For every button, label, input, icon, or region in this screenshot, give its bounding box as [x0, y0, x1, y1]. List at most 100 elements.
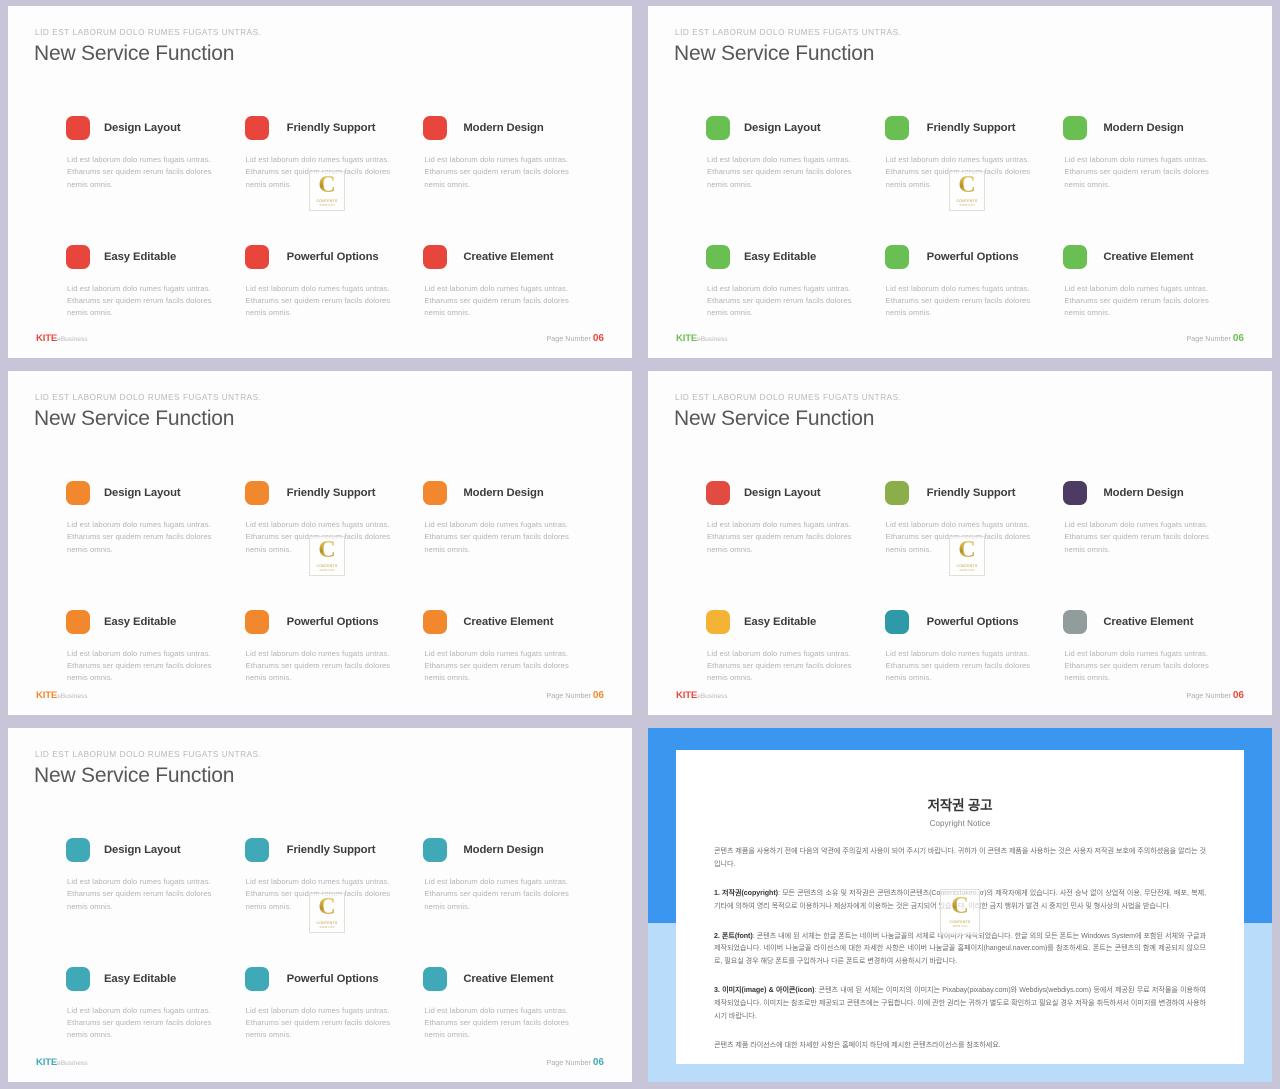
feature-item[interactable]: Design Layout Lid est laborum dolo rumes…: [706, 479, 875, 556]
feature-item[interactable]: Powerful Options Lid est laborum dolo ru…: [244, 243, 414, 320]
feature-item[interactable]: Modern Design Lid est laborum dolo rumes…: [423, 836, 592, 913]
feature-body: Lid est laborum dolo rumes fugats untras…: [424, 877, 569, 911]
feature-grid: Design Layout Lid est laborum dolo rumes…: [66, 836, 592, 1042]
slide-eyebrow: LID EST LABORUM DOLO RUMES FUGATS UNTRAS…: [675, 28, 902, 37]
square-chip-icon: [66, 966, 90, 991]
feature-item[interactable]: Creative Element Lid est laborum dolo ru…: [1063, 608, 1232, 685]
feature-head: Design Layout: [706, 114, 875, 142]
slide-eyebrow: LID EST LABORUM DOLO RUMES FUGATS UNTRAS…: [35, 750, 262, 759]
feature-title: Easy Editable: [104, 615, 177, 628]
feature-title: Easy Editable: [744, 615, 817, 628]
feature-body: Lid est laborum dolo rumes fugats untras…: [67, 155, 212, 189]
clause-1-label: 1. 저작권(copyright): [714, 889, 778, 898]
feature-grid: Design Layout Lid est laborum dolo rumes…: [706, 479, 1232, 685]
feature-body: Lid est laborum dolo rumes fugats untras…: [885, 155, 1031, 189]
feature-item[interactable]: Creative Element Lid est laborum dolo ru…: [423, 608, 592, 685]
copyright-clause-3: 3. 이미지(image) & 아이콘(icon): 콘텐츠 내에 된 서체는 …: [714, 984, 1206, 1022]
feature-title: Design Layout: [104, 844, 181, 856]
page-label: Page Number: [546, 334, 591, 343]
slide-teal[interactable]: LID EST LABORUM DOLO RUMES FUGATS UNTRAS…: [0, 722, 640, 1089]
feature-item[interactable]: Powerful Options Lid est laborum dolo ru…: [244, 608, 414, 685]
slide-canvas: LID EST LABORUM DOLO RUMES FUGATS UNTRAS…: [8, 6, 632, 358]
feature-item[interactable]: Easy Editable Lid est laborum dolo rumes…: [66, 243, 235, 320]
feature-body: Lid est laborum dolo rumes fugats untras…: [707, 155, 852, 189]
brand-name: KITE: [36, 1057, 58, 1068]
feature-item[interactable]: Design Layout Lid est laborum dolo rumes…: [66, 836, 235, 913]
feature-item[interactable]: Easy Editable Lid est laborum dolo rumes…: [66, 965, 235, 1042]
feature-title: Design Layout: [744, 122, 821, 134]
feature-head: Friendly Support: [884, 479, 1054, 507]
feature-item[interactable]: Friendly Support Lid est laborum dolo ru…: [244, 836, 414, 913]
feature-item[interactable]: Friendly Support Lid est laborum dolo ru…: [244, 479, 414, 556]
feature-item[interactable]: Friendly Support Lid est laborum dolo ru…: [244, 114, 414, 191]
feature-item[interactable]: Design Layout Lid est laborum dolo rumes…: [66, 114, 235, 191]
feature-item[interactable]: Creative Element Lid est laborum dolo ru…: [423, 965, 592, 1042]
footer-brand: KITEeBusiness: [676, 333, 728, 344]
feature-item[interactable]: Modern Design Lid est laborum dolo rumes…: [423, 479, 592, 556]
square-chip-icon: [1063, 481, 1088, 505]
feature-item[interactable]: Creative Element Lid est laborum dolo ru…: [1063, 243, 1232, 320]
slide-eyebrow: LID EST LABORUM DOLO RUMES FUGATS UNTRAS…: [35, 393, 262, 402]
page-title: New Service Function: [674, 42, 875, 65]
feature-head: Creative Element: [1063, 608, 1232, 636]
copyright-outro: 콘텐츠 제품 라이선스에 대한 자세한 사항은 홈페이지 하단에 제시한 콘텐츠…: [714, 1041, 1001, 1050]
brand-sub: eBusiness: [57, 1060, 88, 1067]
feature-item[interactable]: Friendly Support Lid est laborum dolo ru…: [884, 479, 1054, 556]
feature-item[interactable]: Modern Design Lid est laborum dolo rumes…: [1063, 114, 1232, 191]
slide-multicolor[interactable]: LID EST LABORUM DOLO RUMES FUGATS UNTRAS…: [640, 365, 1280, 722]
square-chip-icon: [423, 609, 448, 634]
feature-head: Friendly Support: [884, 114, 1054, 142]
copyright-intro: 콘텐츠 제품을 사용하기 전에 다음의 약관에 주의깊게 사용이 되어 주시기 …: [714, 847, 1206, 868]
square-chip-icon: [706, 609, 730, 634]
feature-title: Modern Design: [1103, 487, 1184, 499]
footer-page-number: Page Number 06: [1187, 333, 1244, 344]
feature-item[interactable]: Modern Design Lid est laborum dolo rumes…: [423, 114, 592, 191]
square-chip-icon: [244, 116, 269, 140]
feature-body: Lid est laborum dolo rumes fugats untras…: [424, 283, 569, 318]
slide-green[interactable]: LID EST LABORUM DOLO RUMES FUGATS UNTRAS…: [640, 0, 1280, 365]
feature-title: Creative Element: [463, 615, 554, 628]
feature-title: Creative Element: [463, 250, 554, 263]
feature-title: Creative Element: [1103, 615, 1194, 628]
feature-item[interactable]: Easy Editable Lid est laborum dolo rumes…: [706, 608, 875, 685]
slide-eyebrow: LID EST LABORUM DOLO RUMES FUGATS UNTRAS…: [35, 28, 262, 37]
feature-title: Friendly Support: [926, 487, 1016, 499]
brand-name: KITE: [676, 690, 698, 701]
feature-title: Powerful Options: [286, 615, 379, 628]
feature-title: Modern Design: [463, 122, 544, 134]
square-chip-icon: [244, 244, 269, 269]
page-title: New Service Function: [34, 42, 235, 65]
brand-name: KITE: [36, 333, 58, 344]
feature-item[interactable]: Friendly Support Lid est laborum dolo ru…: [884, 114, 1054, 191]
feature-title: Modern Design: [463, 487, 544, 499]
slide-copyright-notice[interactable]: 저작권 공고 Copyright Notice 콘텐츠 제품을 사용하기 전에 …: [640, 722, 1280, 1089]
brand-name: KITE: [676, 333, 698, 344]
feature-item[interactable]: Powerful Options Lid est laborum dolo ru…: [884, 608, 1054, 685]
page-label: Page Number: [1186, 334, 1231, 343]
feature-item[interactable]: Powerful Options Lid est laborum dolo ru…: [884, 243, 1054, 320]
feature-head: Design Layout: [66, 836, 235, 864]
feature-body: Lid est laborum dolo rumes fugats untras…: [67, 1005, 212, 1040]
square-chip-icon: [884, 116, 909, 140]
feature-item[interactable]: Creative Element Lid est laborum dolo ru…: [423, 243, 592, 320]
feature-body: Lid est laborum dolo rumes fugats untras…: [424, 155, 569, 189]
feature-body: Lid est laborum dolo rumes fugats untras…: [245, 520, 391, 554]
feature-head: Easy Editable: [706, 243, 875, 271]
feature-head: Creative Element: [423, 608, 592, 636]
feature-head: Powerful Options: [244, 608, 414, 636]
slide-red[interactable]: LID EST LABORUM DOLO RUMES FUGATS UNTRAS…: [0, 0, 640, 365]
feature-title: Creative Element: [1103, 250, 1194, 263]
feature-item[interactable]: Easy Editable Lid est laborum dolo rumes…: [66, 608, 235, 685]
clause-2-label: 2. 폰트(font): [714, 931, 753, 940]
clause-3-label: 3. 이미지(image) & 아이콘(icon): [714, 986, 815, 995]
footer-page-number: Page Number 06: [547, 333, 604, 344]
feature-grid: Design Layout Lid est laborum dolo rumes…: [706, 114, 1232, 320]
feature-item[interactable]: Easy Editable Lid est laborum dolo rumes…: [706, 243, 875, 320]
feature-item[interactable]: Powerful Options Lid est laborum dolo ru…: [244, 965, 414, 1042]
feature-item[interactable]: Modern Design Lid est laborum dolo rumes…: [1063, 479, 1232, 556]
slide-orange[interactable]: LID EST LABORUM DOLO RUMES FUGATS UNTRAS…: [0, 365, 640, 722]
square-chip-icon: [244, 966, 269, 991]
feature-item[interactable]: Design Layout Lid est laborum dolo rumes…: [706, 114, 875, 191]
feature-item[interactable]: Design Layout Lid est laborum dolo rumes…: [66, 479, 235, 556]
feature-body: Lid est laborum dolo rumes fugats untras…: [707, 648, 852, 683]
